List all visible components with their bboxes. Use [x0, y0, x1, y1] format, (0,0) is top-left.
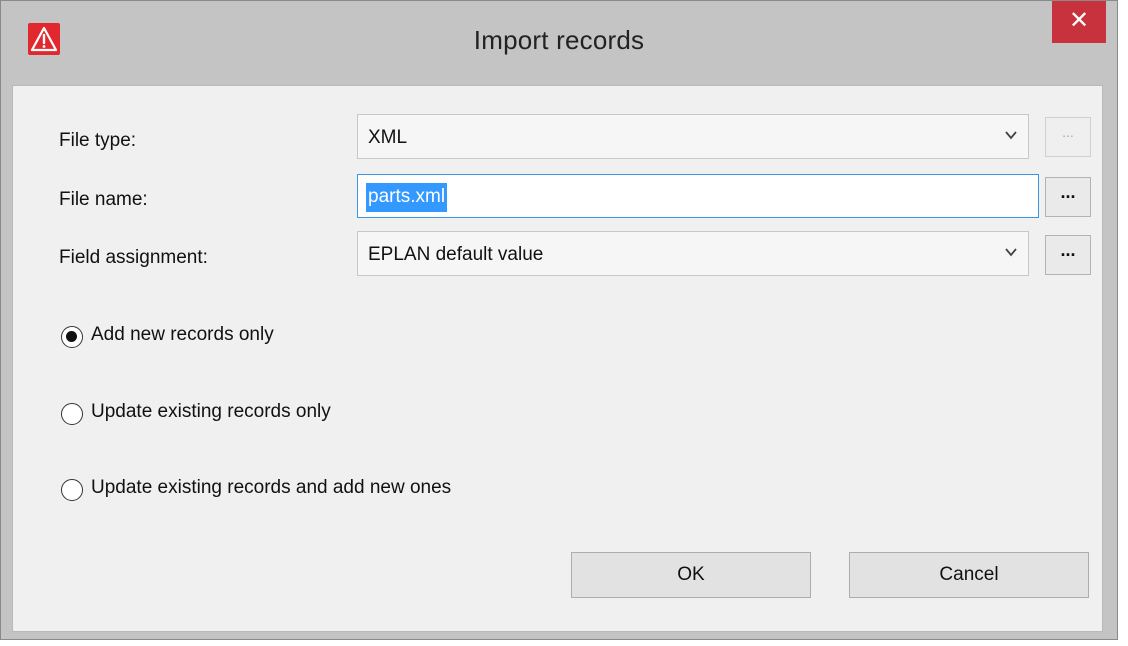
title-bar[interactable]: Import records ✕: [1, 1, 1117, 85]
radio-label: Update existing records and add new ones: [91, 477, 452, 498]
radio-button[interactable]: [61, 403, 83, 425]
file-type-browse-button[interactable]: ...: [1045, 117, 1091, 157]
ok-button[interactable]: OK: [571, 552, 811, 598]
close-button[interactable]: ✕: [1052, 1, 1106, 43]
file-type-select[interactable]: XML: [357, 114, 1029, 159]
radio-add-new-records-only[interactable]: Add new records only: [61, 323, 381, 353]
radio-button[interactable]: [61, 479, 83, 501]
dialog-body: File type: XML ... File name: parts.xml …: [12, 85, 1103, 632]
field-assignment-browse-button[interactable]: ...: [1045, 235, 1091, 275]
radio-update-existing-records-only[interactable]: Update existing records only: [61, 400, 441, 430]
radio-update-and-add-new[interactable]: Update existing records and add new ones: [61, 476, 581, 506]
file-type-value: XML: [368, 127, 408, 148]
radio-label: Update existing records only: [91, 401, 331, 422]
import-records-dialog: Import records ✕ File type: XML ... File…: [0, 0, 1118, 640]
field-assignment-select[interactable]: EPLAN default value: [357, 231, 1029, 276]
radio-label: Add new records only: [91, 324, 274, 345]
radio-dot: [66, 331, 77, 342]
file-name-input[interactable]: parts.xml: [357, 174, 1039, 218]
close-icon: ✕: [1068, 7, 1090, 34]
field-assignment-label: Field assignment:: [59, 247, 208, 268]
field-assignment-value: EPLAN default value: [368, 244, 544, 265]
chevron-down-icon: [1005, 248, 1017, 257]
radio-button-checked[interactable]: [61, 326, 83, 348]
dialog-title: Import records: [473, 25, 645, 55]
file-name-browse-button[interactable]: ...: [1045, 177, 1091, 217]
file-name-label: File name:: [59, 189, 148, 210]
chevron-down-icon: [1005, 131, 1017, 140]
cancel-button[interactable]: Cancel: [849, 552, 1089, 598]
file-name-value: parts.xml: [366, 183, 448, 212]
file-type-label: File type:: [59, 130, 137, 151]
